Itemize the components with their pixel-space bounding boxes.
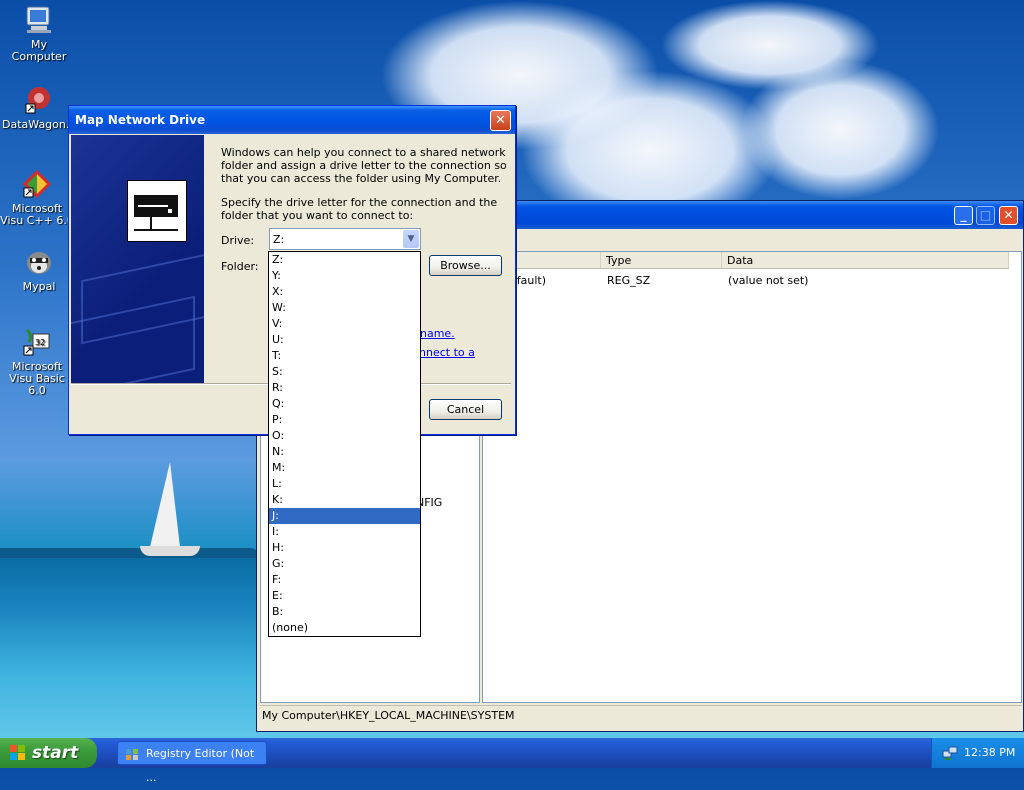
drive-option[interactable]: P: — [269, 412, 420, 428]
folder-label: Folder: — [221, 260, 259, 273]
wizard-side-panel — [71, 135, 204, 383]
drive-option[interactable]: Y: — [269, 268, 420, 284]
drive-label: Drive: — [221, 234, 255, 247]
windows-flag-icon — [10, 745, 25, 760]
drive-option[interactable]: G: — [269, 556, 420, 572]
desktop-icon-label: Microsoft Visu Basic 6.0 — [9, 360, 65, 397]
drive-option[interactable]: V: — [269, 316, 420, 332]
start-button[interactable]: start — [0, 738, 97, 768]
network-tray-icon[interactable] — [942, 745, 958, 761]
system-tray: 12:38 PM — [931, 738, 1024, 768]
close-icon: ✕ — [1003, 208, 1014, 222]
dialog-instruction-text: Specify the drive letter for the connect… — [221, 196, 498, 222]
svg-text:32: 32 — [35, 338, 45, 347]
start-label: start — [32, 743, 79, 763]
drive-option[interactable]: B: — [269, 604, 420, 620]
column-header-data[interactable]: Data — [722, 252, 1009, 269]
drive-option[interactable]: O: — [269, 428, 420, 444]
drive-option[interactable]: Q: — [269, 396, 420, 412]
sailboat-hull — [140, 546, 200, 556]
column-header-type[interactable]: Type — [601, 252, 722, 269]
visual-cpp-icon — [21, 168, 53, 200]
browse-button[interactable]: Browse... — [429, 255, 502, 276]
network-drive-icon — [127, 180, 187, 242]
drive-option[interactable]: H: — [269, 540, 420, 556]
mypal-icon — [23, 246, 55, 278]
taskbar: start Registry Editor (Not ... 12:38 PM — [0, 738, 1024, 784]
close-icon: ✕ — [495, 113, 506, 128]
status-bar: My Computer\HKEY_LOCAL_MACHINE\SYSTEM — [260, 705, 1022, 726]
sailboat-sail — [150, 462, 180, 547]
datawagon-icon — [23, 84, 55, 116]
link-connect[interactable]: nnect to a — [419, 346, 475, 359]
link-name[interactable]: name. — [420, 327, 455, 340]
drive-option[interactable]: K: — [269, 492, 420, 508]
dialog-close-button[interactable]: ✕ — [490, 110, 511, 131]
drive-select-value: Z: — [273, 233, 285, 246]
desktop-icon-label: Mypal — [22, 280, 56, 293]
drive-option[interactable]: U: — [269, 332, 420, 348]
island — [0, 548, 260, 558]
value-data: (value not set) — [728, 274, 809, 287]
cancel-button[interactable]: Cancel — [429, 399, 502, 420]
registry-values-pane[interactable]: e Type Data efault) REG_SZ (value not se… — [482, 251, 1022, 703]
drive-dropdown-list[interactable]: Z: Y: X: W: V: U: T: S: R: Q: P: O: N: M… — [268, 251, 421, 637]
minimize-icon: _ — [960, 208, 967, 222]
drive-option[interactable]: L: — [269, 476, 420, 492]
taskbar-item-label: Registry Editor (Not ... — [146, 747, 255, 784]
drive-option[interactable]: Z: — [269, 252, 420, 268]
desktop-icon-my-computer[interactable]: My Computer — [2, 4, 76, 63]
dialog-intro-text: Windows can help you connect to a shared… — [221, 146, 507, 185]
drive-option[interactable]: E: — [269, 588, 420, 604]
drive-option[interactable]: F: — [269, 572, 420, 588]
my-computer-icon — [23, 4, 55, 36]
dialog-title[interactable]: Map Network Drive — [69, 106, 515, 134]
maximize-button[interactable]: □ — [976, 206, 995, 225]
drive-option[interactable]: T: — [269, 348, 420, 364]
drive-option[interactable]: N: — [269, 444, 420, 460]
drive-option-highlighted[interactable]: J: — [269, 508, 420, 524]
desktop-icon-label: Microsoft Visu C++ 6.0 — [0, 202, 74, 227]
drive-option[interactable]: X: — [269, 284, 420, 300]
drive-option[interactable]: (none) — [269, 620, 420, 636]
desktop-icon-label: My Computer — [11, 38, 67, 63]
desktop-icon-label: DataWagon... — [2, 118, 77, 131]
desktop-icon-visual-cpp[interactable]: Microsoft Visu C++ 6.0 — [0, 168, 74, 227]
drive-option[interactable]: I: — [269, 524, 420, 540]
taskbar-item-registry-editor[interactable]: Registry Editor (Not ... — [117, 741, 267, 784]
drive-select[interactable]: Z: ▼ — [269, 228, 421, 250]
desktop-icon-visual-basic[interactable]: 32 Microsoft Visu Basic 6.0 — [0, 326, 74, 397]
minimize-button[interactable]: _ — [954, 206, 973, 225]
drive-option[interactable]: R: — [269, 380, 420, 396]
maximize-icon: □ — [979, 208, 992, 222]
drive-option[interactable]: W: — [269, 300, 420, 316]
drive-option[interactable]: M: — [269, 460, 420, 476]
desktop-icon-mypal[interactable]: Mypal — [2, 246, 76, 293]
registry-editor-icon — [126, 749, 138, 760]
drive-option[interactable]: S: — [269, 364, 420, 380]
cloud — [660, 0, 880, 90]
clock[interactable]: 12:38 PM — [964, 738, 1015, 768]
value-type: REG_SZ — [607, 274, 651, 287]
close-button[interactable]: ✕ — [999, 206, 1018, 225]
visual-basic-icon: 32 — [21, 326, 53, 358]
chevron-down-icon[interactable]: ▼ — [403, 230, 419, 248]
desktop-icon-datawagon[interactable]: DataWagon... — [2, 84, 76, 131]
